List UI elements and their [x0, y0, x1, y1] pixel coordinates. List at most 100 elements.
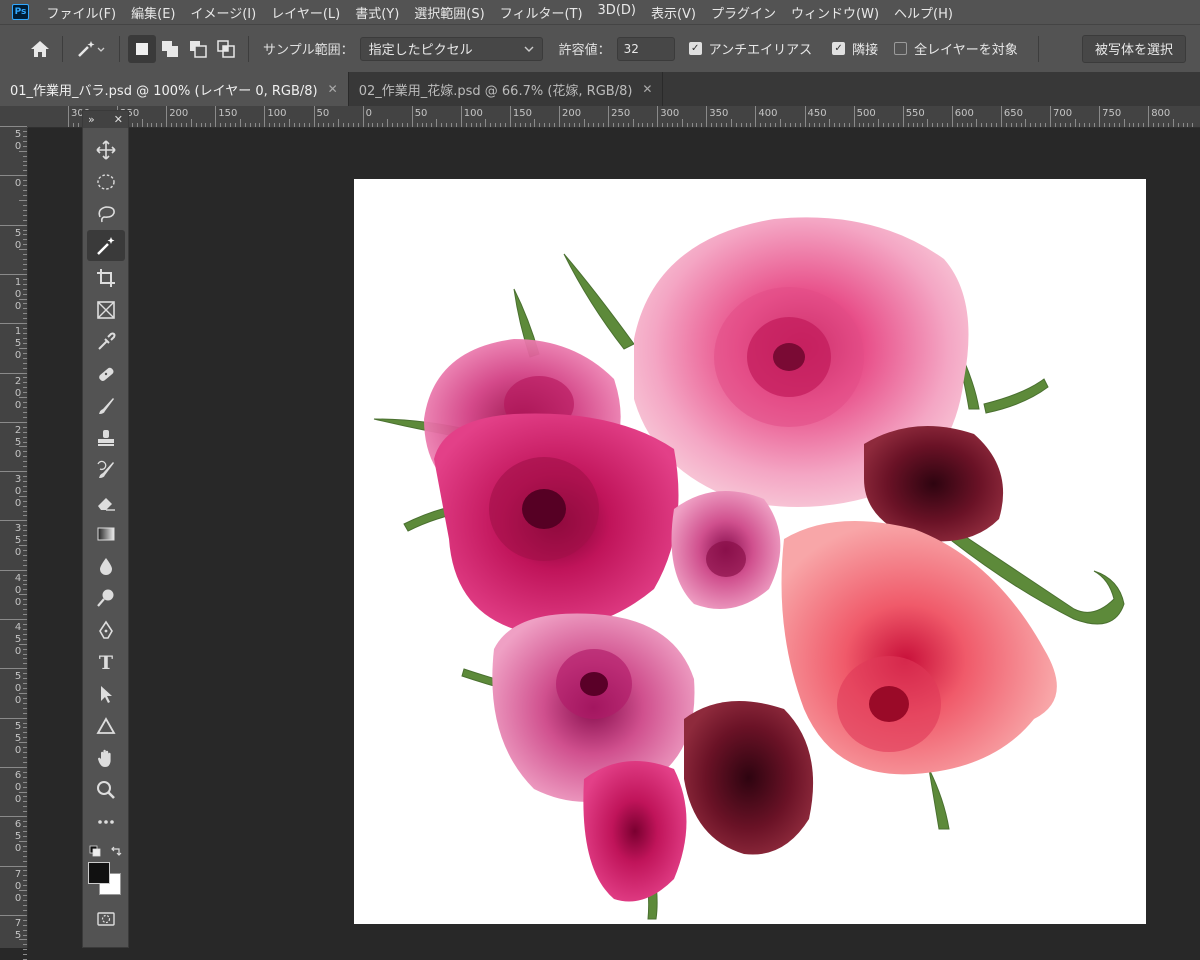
- ruler-tick: [136, 123, 138, 127]
- ruler-tick: [917, 123, 919, 127]
- menu-item-10[interactable]: ウィンドウ(W): [784, 3, 887, 22]
- ruler-tick: [1030, 123, 1032, 127]
- ruler-tick: [205, 123, 207, 127]
- menu-item-0[interactable]: ファイル(F): [39, 3, 124, 22]
- ruler-tick: [23, 776, 27, 778]
- ruler-tick: [470, 123, 472, 127]
- divider: [1037, 35, 1039, 62]
- ruler-tick: [1118, 123, 1120, 127]
- shape-tool[interactable]: [87, 710, 125, 741]
- pen-tool[interactable]: [87, 614, 125, 645]
- ruler-tick: [1045, 123, 1047, 127]
- eyedropper-tool[interactable]: [87, 326, 125, 357]
- hand-tool[interactable]: [87, 742, 125, 773]
- document-tab-bride[interactable]: 02_作業用_花嫁.psd @ 66.7% (花嫁, RGB/8) ✕: [349, 72, 664, 106]
- ruler-tick: [436, 119, 438, 127]
- select-subject-button[interactable]: 被写体を選択: [1081, 34, 1186, 63]
- add-to-selection-button[interactable]: [156, 35, 184, 63]
- swap-colors-icon[interactable]: [110, 845, 122, 857]
- history-brush-tool[interactable]: [87, 454, 125, 485]
- magic-wand-tool[interactable]: [87, 230, 125, 261]
- sample-size-select[interactable]: 指定したピクセル: [359, 36, 543, 61]
- ruler-tick: [23, 259, 27, 261]
- ruler-tick: [23, 924, 27, 926]
- ruler-tick: [23, 599, 27, 601]
- menu-item-6[interactable]: フィルター(T): [492, 3, 590, 22]
- menu-item-3[interactable]: レイヤー(L): [264, 3, 348, 22]
- more-tools[interactable]: [87, 806, 125, 837]
- ruler-tick: [0, 421, 27, 423]
- new-selection-button[interactable]: [128, 34, 156, 63]
- ruler-tick: [23, 500, 27, 502]
- ruler-tick: [701, 123, 703, 127]
- ruler-tick: [19, 545, 27, 547]
- gradient-tool[interactable]: [87, 518, 125, 549]
- ruler-tick: [72, 123, 74, 127]
- ruler-tick: [23, 850, 27, 852]
- crop-tool[interactable]: [87, 262, 125, 293]
- expand-panel-icon[interactable]: »: [88, 113, 95, 126]
- ruler-tick: [23, 140, 27, 142]
- intersect-selection-button[interactable]: [212, 35, 240, 63]
- tools-panel-header: » ✕: [83, 111, 128, 128]
- menu-item-11[interactable]: ヘルプ(H): [887, 3, 961, 22]
- ruler-tick: [0, 175, 27, 177]
- menu-item-5[interactable]: 選択範囲(S): [407, 3, 492, 22]
- close-icon[interactable]: ✕: [114, 113, 123, 126]
- ruler-tick: [681, 119, 683, 127]
- vertical-ruler[interactable]: 5 0 0 5 0 1 0 0 1 5 0 2 0 0 2 5 0 3 0 0 3 5 0 4 0…: [0, 126, 28, 960]
- menu-item-2[interactable]: イメージ(I): [183, 3, 264, 22]
- path-selection-tool[interactable]: [87, 678, 125, 709]
- ruler-tick: [23, 367, 27, 369]
- home-button[interactable]: [26, 35, 54, 63]
- ruler-label: 550: [905, 108, 925, 119]
- brush-tool[interactable]: [87, 390, 125, 421]
- dodge-tool[interactable]: [87, 582, 125, 613]
- frame-tool[interactable]: [87, 294, 125, 325]
- subtract-from-selection-button[interactable]: [184, 35, 212, 63]
- type-tool[interactable]: T: [87, 646, 125, 677]
- menu-item-9[interactable]: プラグイン: [704, 3, 784, 22]
- ruler-tick: [318, 123, 320, 127]
- menu-item-7[interactable]: 3D(D): [590, 3, 643, 22]
- menu-item-8[interactable]: 表示(V): [643, 3, 703, 22]
- mores-icon: [98, 819, 114, 824]
- move-tool[interactable]: [87, 134, 125, 165]
- ruler-tick: [23, 540, 27, 542]
- ruler-tick: [254, 123, 256, 127]
- lasso-tool[interactable]: [87, 198, 125, 229]
- ruler-tick: [519, 123, 521, 127]
- document-tab-roses[interactable]: 01_作業用_バラ.psd @ 100% (レイヤー 0, RGB/8) ✕: [0, 72, 349, 106]
- ruler-tick: [190, 119, 192, 127]
- horizontal-ruler[interactable]: 300 250 200 150 100 50 0 50 100 150 200 250 300 350 40…: [28, 106, 1200, 128]
- tool-preset-picker[interactable]: [71, 35, 111, 63]
- ruler-tick: [809, 123, 811, 127]
- blur-tool[interactable]: [87, 550, 125, 581]
- document-canvas[interactable]: [354, 179, 1146, 924]
- marquee-tool[interactable]: [87, 166, 125, 197]
- foreground-color-swatch[interactable]: [88, 862, 110, 884]
- menu-item-4[interactable]: 書式(Y): [348, 3, 407, 22]
- ruler-label: 50: [414, 108, 428, 119]
- clone-stamp-tool[interactable]: [87, 422, 125, 453]
- tolerance-input[interactable]: 32: [616, 36, 675, 61]
- quick-mask-button[interactable]: [87, 903, 125, 934]
- ruler-tick: [19, 742, 27, 744]
- zoom-tool[interactable]: [87, 774, 125, 805]
- ruler-tick: [23, 328, 27, 330]
- ruler-label: 3 0 0: [14, 474, 22, 510]
- ruler-tick: [131, 123, 133, 127]
- eraser-tool[interactable]: [87, 486, 125, 517]
- default-colors-icon[interactable]: [89, 845, 101, 857]
- close-icon[interactable]: ✕: [642, 82, 652, 96]
- close-icon[interactable]: ✕: [328, 82, 338, 96]
- menu-item-1[interactable]: 編集(E): [124, 3, 183, 22]
- ruler-tick: [23, 673, 27, 675]
- contiguous-checkbox[interactable]: ✓ 隣接: [832, 39, 878, 58]
- anti-alias-checkbox[interactable]: ✓ アンチエイリアス: [688, 39, 812, 58]
- ruler-tick: [230, 123, 232, 127]
- ruler-tick: [23, 761, 27, 763]
- ruler-tick: [824, 123, 826, 127]
- healing-brush-tool[interactable]: [87, 358, 125, 389]
- sample-all-layers-checkbox[interactable]: 全レイヤーを対象: [894, 39, 1018, 58]
